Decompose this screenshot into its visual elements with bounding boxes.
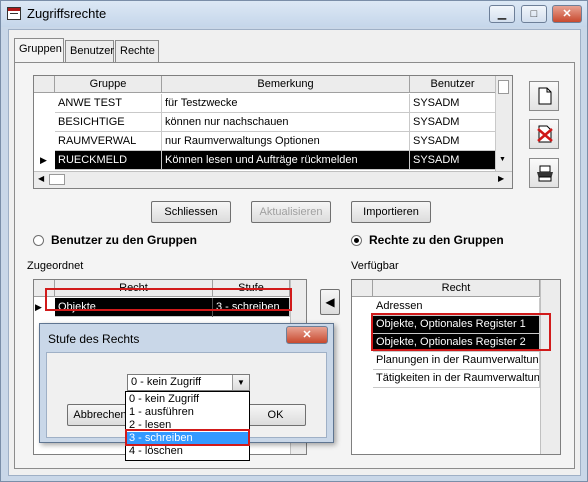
column-header-recht[interactable]: Recht bbox=[373, 280, 540, 297]
gruppe-cell[interactable]: RAUMVERWAL bbox=[55, 132, 162, 151]
app-icon bbox=[7, 7, 21, 20]
bemerkung-cell[interactable]: Können lesen und Aufträge rückmelden bbox=[162, 151, 410, 170]
maximize-button[interactable]: □ bbox=[521, 5, 547, 23]
gruppe-cell[interactable]: BESICHTIGE bbox=[55, 113, 162, 132]
stufe-dropdown-list[interactable]: 0 - kein Zugriff 1 - ausführen 2 - lesen 3 … bbox=[125, 391, 250, 461]
dropdown-option[interactable]: 0 - kein Zugriff bbox=[127, 393, 248, 406]
zugeordnet-label: Zugeordnet bbox=[27, 260, 84, 272]
table-row[interactable]: RUECKMELD Können lesen und Aufträge rückm… bbox=[55, 151, 496, 170]
title-bar[interactable]: Zugriffsrechte ▁ □ ✕ bbox=[1, 1, 587, 27]
ok-button[interactable]: OK bbox=[245, 404, 306, 426]
aktualisieren-button[interactable]: Aktualisieren bbox=[251, 201, 331, 223]
delete-button[interactable] bbox=[529, 119, 559, 149]
dropdown-option[interactable]: 1 - ausführen bbox=[127, 406, 248, 419]
importieren-button[interactable]: Importieren bbox=[351, 201, 431, 223]
benutzer-cell[interactable]: SYSADM bbox=[410, 94, 496, 113]
tab-gruppen[interactable]: Gruppen bbox=[14, 38, 64, 62]
bemerkung-cell[interactable]: können nur nachschauen bbox=[162, 113, 410, 132]
gruppe-cell[interactable]: ANWE TEST bbox=[55, 94, 162, 113]
recht-cell[interactable]: Tätigkeiten in der Raumverwaltung bbox=[373, 370, 540, 388]
window-title: Zugriffsrechte bbox=[27, 6, 107, 21]
current-row-indicator-icon: ▶ bbox=[40, 155, 47, 165]
tab-rechte[interactable]: Rechte bbox=[115, 40, 159, 62]
scroll-down-icon[interactable]: ▼ bbox=[499, 156, 506, 163]
radio-benutzer[interactable] bbox=[33, 235, 44, 246]
row-selector-header bbox=[352, 280, 373, 297]
groups-table[interactable]: Gruppe Bemerkung Benutzer ▼ ◀ ▶ ANWE TES… bbox=[33, 75, 513, 189]
chevron-down-icon[interactable]: ▼ bbox=[232, 375, 249, 390]
radio-benutzer-label[interactable]: Benutzer zu den Gruppen bbox=[51, 233, 197, 247]
table-row[interactable]: BESICHTIGE können nur nachschauen SYSADM bbox=[55, 113, 496, 132]
delete-document-icon bbox=[537, 125, 553, 143]
recht-cell[interactable]: Planungen in der Raumverwaltung bbox=[373, 352, 540, 370]
combo-value: 0 - kein Zugriff bbox=[131, 376, 202, 388]
schliessen-button[interactable]: Schliessen bbox=[151, 201, 231, 223]
dialog-title: Stufe des Rechts bbox=[48, 332, 140, 346]
list-item[interactable]: Tätigkeiten in der Raumverwaltung bbox=[373, 370, 540, 388]
benutzer-cell[interactable]: SYSADM bbox=[410, 113, 496, 132]
row-selector-header bbox=[34, 76, 55, 93]
table-row[interactable]: ANWE TEST für Testzwecke SYSADM bbox=[55, 94, 496, 113]
radio-rechte[interactable] bbox=[351, 235, 362, 246]
radio-rechte-label[interactable]: Rechte zu den Gruppen bbox=[369, 233, 504, 247]
new-button[interactable] bbox=[529, 81, 559, 111]
column-header-benutzer[interactable]: Benutzer bbox=[410, 76, 496, 93]
scroll-left-icon[interactable]: ◀ bbox=[38, 174, 44, 183]
tab-benutzer[interactable]: Benutzer bbox=[65, 40, 114, 62]
scroll-right-icon[interactable]: ▶ bbox=[498, 174, 504, 183]
benutzer-cell[interactable]: SYSADM bbox=[410, 132, 496, 151]
highlight-dropdown-option bbox=[125, 429, 250, 446]
minimize-button[interactable]: ▁ bbox=[489, 5, 515, 23]
list-item[interactable]: Planungen in der Raumverwaltung bbox=[373, 352, 540, 370]
groups-horizontal-scrollbar[interactable]: ◀ ▶ bbox=[34, 171, 512, 188]
dialog-close-button[interactable]: ✕ bbox=[286, 326, 328, 344]
highlight-zugeordnet-row bbox=[45, 288, 292, 311]
bemerkung-cell[interactable]: nur Raumverwaltungs Optionen bbox=[162, 132, 410, 151]
groups-hscroll-thumb[interactable] bbox=[49, 174, 65, 185]
printer-icon bbox=[537, 165, 553, 182]
stufe-combo[interactable]: 0 - kein Zugriff ▼ bbox=[127, 374, 250, 391]
abbrechen-button[interactable]: Abbrechen bbox=[67, 404, 133, 426]
column-header-gruppe[interactable]: Gruppe bbox=[55, 76, 162, 93]
dropdown-option[interactable]: 4 - löschen bbox=[127, 445, 248, 458]
verfuegbar-label: Verfügbar bbox=[351, 260, 399, 272]
bemerkung-cell[interactable]: für Testzwecke bbox=[162, 94, 410, 113]
current-row-indicator-icon: ▶ bbox=[35, 302, 42, 312]
new-document-icon bbox=[538, 87, 552, 105]
main-window: Zugriffsrechte ▁ □ ✕ Gruppen Benutzer Re… bbox=[0, 0, 588, 482]
groups-vertical-scrollbar[interactable]: ▼ bbox=[495, 76, 512, 171]
print-button[interactable] bbox=[529, 158, 559, 188]
close-button[interactable]: ✕ bbox=[552, 5, 582, 23]
verfuegbar-table[interactable]: Recht Adressen Objekte, Optionales Regist… bbox=[351, 279, 561, 455]
table-row[interactable]: RAUMVERWAL nur Raumverwaltungs Optionen SY… bbox=[55, 132, 496, 151]
gruppe-cell[interactable]: RUECKMELD bbox=[55, 151, 162, 170]
benutzer-cell[interactable]: SYSADM bbox=[410, 151, 496, 170]
highlight-verfuegbar-rows bbox=[371, 313, 551, 351]
groups-scroll-thumb[interactable] bbox=[498, 80, 509, 94]
column-header-bemerkung[interactable]: Bemerkung bbox=[162, 76, 410, 93]
verfuegbar-scrollbar[interactable] bbox=[540, 280, 560, 454]
move-left-button[interactable]: ◀ bbox=[320, 289, 340, 315]
